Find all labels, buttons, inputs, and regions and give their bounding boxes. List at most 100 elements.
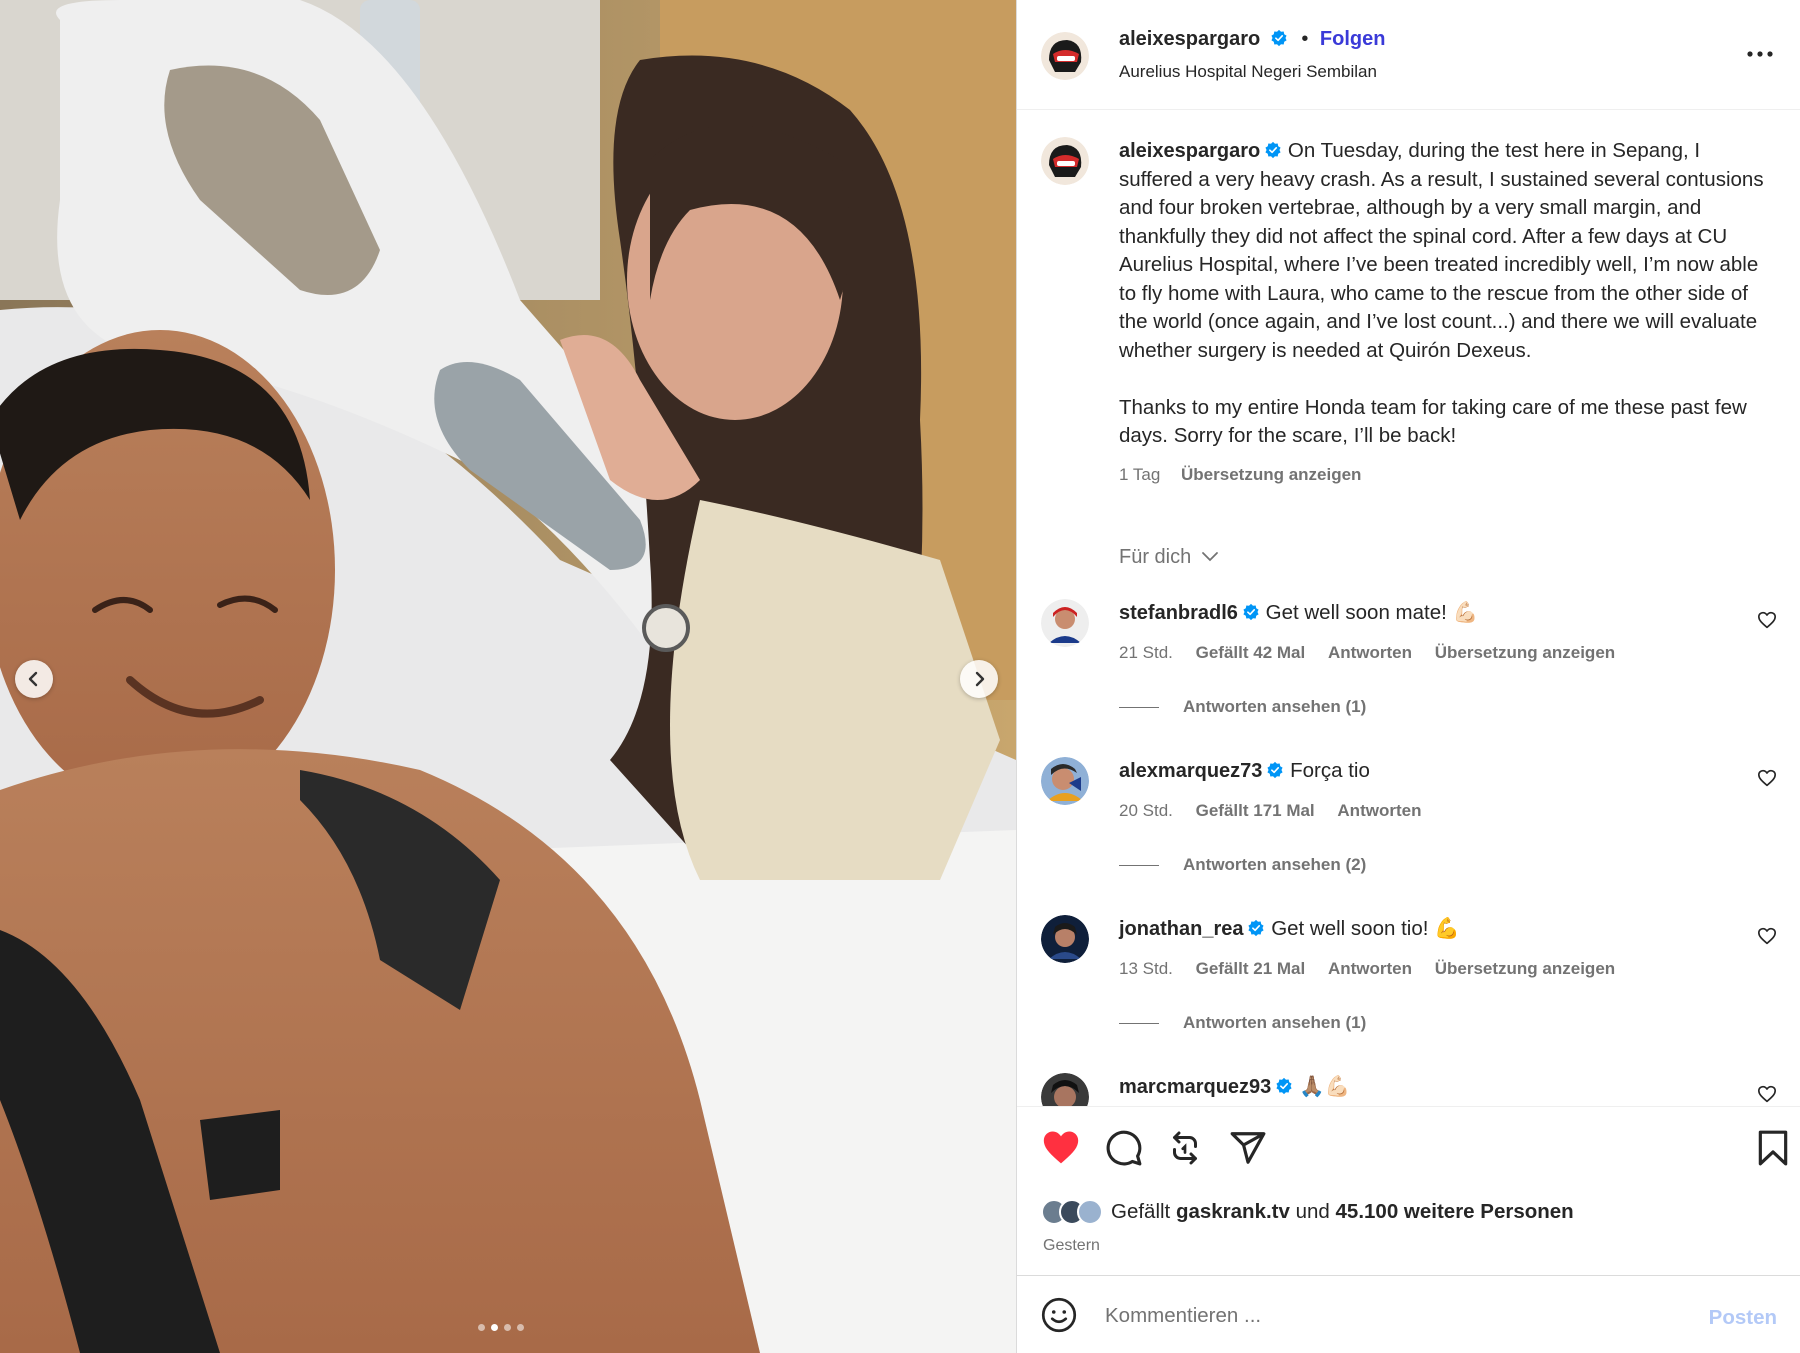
heart-icon [1758,769,1776,787]
comment-time[interactable]: 21 Std. [1119,643,1173,662]
follow-button[interactable]: Folgen [1320,28,1386,50]
comment-time[interactable]: 20 Std. [1119,801,1173,820]
comment-translate-link[interactable]: Übersetzung anzeigen [1435,643,1615,662]
post-photo [0,0,1016,1353]
verified-icon [1267,761,1283,779]
helmet-avatar-image [1041,137,1089,185]
comment-text: Get well soon tio! 💪 [1271,917,1460,940]
dot-separator: • [1301,28,1309,50]
replies-line [1119,1023,1159,1025]
verified-icon [1243,603,1259,621]
post-header: aleixespargaro • Folgen Aurelius Hospita… [1017,0,1800,110]
share-button[interactable] [1229,1129,1267,1172]
author-username[interactable]: aleixespargaro [1119,28,1260,50]
commenter-avatar-image [1041,757,1089,805]
comment-like-button[interactable] [1757,927,1777,950]
more-options-button[interactable] [1747,44,1773,62]
liker-avatar [1077,1199,1103,1225]
post-comment-button[interactable]: Posten [1709,1306,1777,1330]
carousel-dot [491,1324,498,1331]
commenter-avatar-image [1041,1073,1089,1106]
comment-like-button[interactable] [1757,769,1777,792]
likes-count[interactable]: 45.100 weitere Personen [1336,1200,1574,1224]
carousel-indicator [478,1324,524,1331]
view-replies-label: Antworten ansehen (1) [1183,1013,1367,1032]
comment-time[interactable]: 13 Std. [1119,959,1173,978]
comments-scroll-area[interactable]: aleixespargaro On Tuesday, during the te… [1017,111,1800,1106]
commenter-username[interactable]: alexmarquez73 [1119,760,1262,782]
heart-icon [1758,927,1776,945]
commenter-username[interactable]: stefanbradl6 [1119,602,1238,624]
author-avatar[interactable] [1041,32,1089,80]
caption-translate-link[interactable]: Übersetzung anzeigen [1181,465,1361,484]
view-replies-label: Antworten ansehen (1) [1183,697,1367,716]
comment-composer: Posten [1017,1275,1800,1353]
previous-slide-button[interactable] [15,660,53,698]
repost-button[interactable] [1167,1129,1203,1172]
comment-reply-button[interactable]: Antworten [1328,643,1412,662]
view-replies-button[interactable]: Antworten ansehen (1) [1119,1013,1366,1033]
comment-reply-button[interactable]: Antworten [1328,959,1412,978]
carousel-dot [517,1324,524,1331]
comment-text: Get well soon mate! 💪🏻 [1265,601,1479,624]
repost-icon [1173,1131,1197,1165]
commenter-avatar-image [1041,599,1089,647]
caption-username[interactable]: aleixespargaro [1119,140,1260,162]
commenter-avatar[interactable] [1041,915,1089,963]
comment-translate-link[interactable]: Übersetzung anzeigen [1435,959,1615,978]
more-icon [1747,51,1773,57]
commenter-username[interactable]: jonathan_rea [1119,918,1243,940]
comment-button[interactable] [1105,1129,1143,1172]
verified-icon [1248,919,1265,937]
likes-user[interactable]: gaskrank.tv [1176,1200,1290,1224]
like-button[interactable] [1041,1129,1081,1170]
caption-author-avatar[interactable] [1041,137,1089,185]
save-button[interactable] [1757,1129,1789,1172]
helmet-avatar-image [1041,32,1089,80]
emoji-button[interactable] [1041,1297,1077,1338]
chevron-right-icon [975,671,985,687]
heart-icon [1758,1085,1776,1103]
replies-line [1119,865,1159,867]
post-location[interactable]: Aurelius Hospital Negeri Sembilan [1119,62,1377,82]
comment-input[interactable] [1105,1296,1665,1336]
chevron-left-icon [28,671,38,687]
comment-item: stefanbradl6 Get well soon mate! 💪🏻 21 S… [1041,599,1781,749]
heart-icon [1043,1131,1079,1164]
comment-icon [1106,1130,1142,1166]
commenter-avatar[interactable] [1041,1073,1089,1106]
comment-item: alexmarquez73 Força tio 20 Std. Gefällt … [1041,757,1781,907]
commenter-avatar[interactable] [1041,599,1089,647]
comment-like-count[interactable]: Gefällt 21 Mal [1196,959,1306,978]
caption-time[interactable]: 1 Tag [1119,465,1160,484]
chevron-down-icon [1201,552,1218,562]
carousel-dot [478,1324,485,1331]
verified-icon [1271,29,1287,47]
share-icon [1230,1132,1266,1164]
likes-summary[interactable]: Gefällt gaskrank.tv und 45.100 weitere P… [1041,1199,1574,1225]
comment-text: 🙏🏽💪🏻 [1299,1075,1351,1098]
bookmark-icon [1758,1130,1788,1166]
comment-like-button[interactable] [1757,1085,1777,1106]
view-replies-button[interactable]: Antworten ansehen (1) [1119,697,1366,717]
post-date[interactable]: Gestern [1043,1237,1100,1255]
commenter-username[interactable]: marcmarquez93 [1119,1076,1271,1098]
comment-like-count[interactable]: Gefällt 171 Mal [1196,801,1315,820]
post-sidebar: aleixespargaro • Folgen Aurelius Hospita… [1016,0,1800,1353]
heart-icon [1758,611,1776,629]
comment-sort-dropdown[interactable]: Für dich [1119,546,1219,569]
next-slide-button[interactable] [960,660,998,698]
verified-icon [1276,1077,1292,1095]
commenter-avatar[interactable] [1041,757,1089,805]
view-replies-label: Antworten ansehen (2) [1183,855,1367,874]
view-replies-button[interactable]: Antworten ansehen (2) [1119,855,1366,875]
comment-item: marcmarquez93 🙏🏽💪🏻 [1041,1073,1781,1106]
comment-sort-label: Für dich [1119,546,1192,568]
caption-text-paragraph-1: On Tuesday, during the test here in Sepa… [1119,139,1764,362]
comment-like-button[interactable] [1757,611,1777,634]
comment-like-count[interactable]: Gefällt 42 Mal [1196,643,1306,662]
replies-line [1119,707,1159,709]
liker-avatars [1041,1199,1103,1225]
post-actions: Gefällt gaskrank.tv und 45.100 weitere P… [1017,1106,1800,1274]
comment-reply-button[interactable]: Antworten [1337,801,1421,820]
